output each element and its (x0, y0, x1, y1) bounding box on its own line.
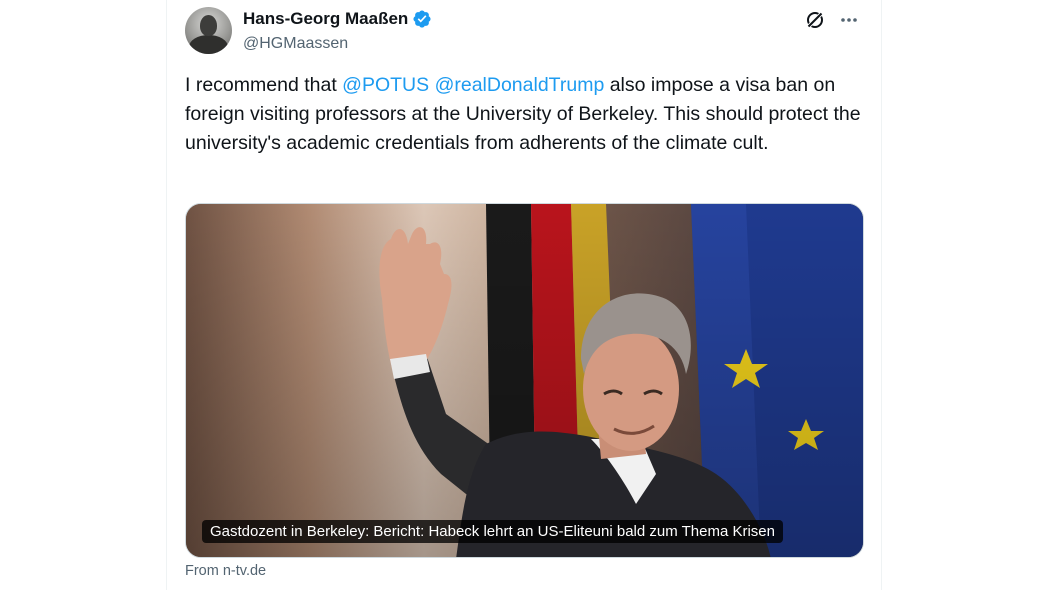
link-card-source[interactable]: From n-tv.de (185, 563, 266, 579)
author-handle[interactable]: @HGMaassen (243, 35, 432, 53)
verified-badge-icon[interactable] (412, 9, 432, 29)
avatar-head (200, 15, 217, 36)
mention-potus[interactable]: @POTUS (342, 74, 429, 96)
avatar-shoulders (189, 35, 228, 54)
tweet-text-intro: I recommend that (185, 74, 343, 96)
author-avatar[interactable] (185, 7, 232, 54)
link-card-caption[interactable]: Gastdozent in Berkeley: Bericht: Habeck … (202, 520, 783, 543)
tweet-text: I recommend that @POTUS @realDonaldTrump… (185, 71, 865, 158)
author-block: Hans-Georg Maaßen @HGMaassen (243, 8, 432, 53)
more-options-icon[interactable] (839, 10, 859, 30)
link-card-image[interactable]: Gastdozent in Berkeley: Bericht: Habeck … (185, 203, 864, 558)
grok-icon[interactable] (805, 10, 825, 30)
author-name[interactable]: Hans-Georg Maaßen (243, 9, 408, 29)
mention-realdonaldtrump[interactable]: @realDonaldTrump (435, 74, 605, 96)
tweet-container: Hans-Georg Maaßen @HGMaassen I recommend… (166, 0, 882, 590)
news-photo (186, 204, 863, 557)
tweet-actions (805, 10, 859, 30)
author-name-row: Hans-Georg Maaßen (243, 8, 432, 30)
